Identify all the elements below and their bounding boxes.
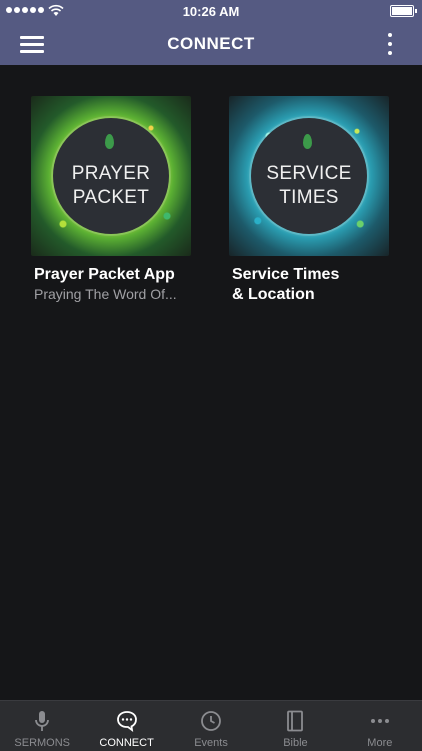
leaf-icon <box>105 134 114 149</box>
battery-icon <box>390 5 417 17</box>
tile-subtitle: Praying The Word Of... <box>34 286 177 302</box>
tab-label: Bible <box>283 737 308 749</box>
tab-bar: SERMONS CONNECT Events Bible More <box>0 700 422 751</box>
clock-icon <box>201 711 221 731</box>
leaf-icon <box>303 134 312 149</box>
tab-connect[interactable]: CONNECT <box>84 701 168 751</box>
service-times-artwork: SERVICE TIMES <box>229 96 389 256</box>
artwork-line-1: SERVICE <box>266 163 352 184</box>
more-options-icon[interactable] <box>382 31 398 57</box>
tab-label: CONNECT <box>99 737 154 749</box>
prayer-packet-tile[interactable]: PRAYER PACKET Prayer Packet App Praying … <box>31 96 193 303</box>
artwork-line-2: TIMES <box>279 187 339 208</box>
book-icon <box>287 710 304 732</box>
tile-title-line-1: Service Times <box>232 266 340 283</box>
tab-label: More <box>367 737 393 749</box>
artwork-line-1: PRAYER <box>71 163 151 184</box>
artwork-text: SERVICE TIMES <box>251 162 367 210</box>
tab-more[interactable]: More <box>338 701 422 751</box>
status-time: 10:26 AM <box>182 4 240 19</box>
status-bar: 10:26 AM <box>0 0 422 22</box>
page-title: CONNECT <box>167 34 255 53</box>
nav-bar: CONNECT <box>0 22 422 65</box>
microphone-icon <box>35 711 50 731</box>
tab-bible[interactable]: Bible <box>253 701 337 751</box>
more-dots-icon <box>370 719 389 723</box>
service-times-tile[interactable]: SERVICE TIMES Service Times & Location <box>229 96 391 305</box>
tile-title-line-2: & Location <box>232 286 315 303</box>
tab-events[interactable]: Events <box>169 701 253 751</box>
chat-bubble-icon <box>116 711 137 733</box>
tab-sermons[interactable]: SERMONS <box>0 701 84 751</box>
tile-title: Prayer Packet App <box>34 266 175 283</box>
artwork-text: PRAYER PACKET <box>53 162 169 210</box>
artwork-disc: PRAYER PACKET <box>53 118 169 234</box>
tile-title: Service Times & Location <box>229 265 391 305</box>
artwork-disc: SERVICE TIMES <box>251 118 367 234</box>
tab-label: SERMONS <box>14 737 71 749</box>
artwork-line-2: PACKET <box>72 187 150 208</box>
prayer-packet-artwork: PRAYER PACKET <box>31 96 191 256</box>
tab-label: Events <box>194 737 228 749</box>
